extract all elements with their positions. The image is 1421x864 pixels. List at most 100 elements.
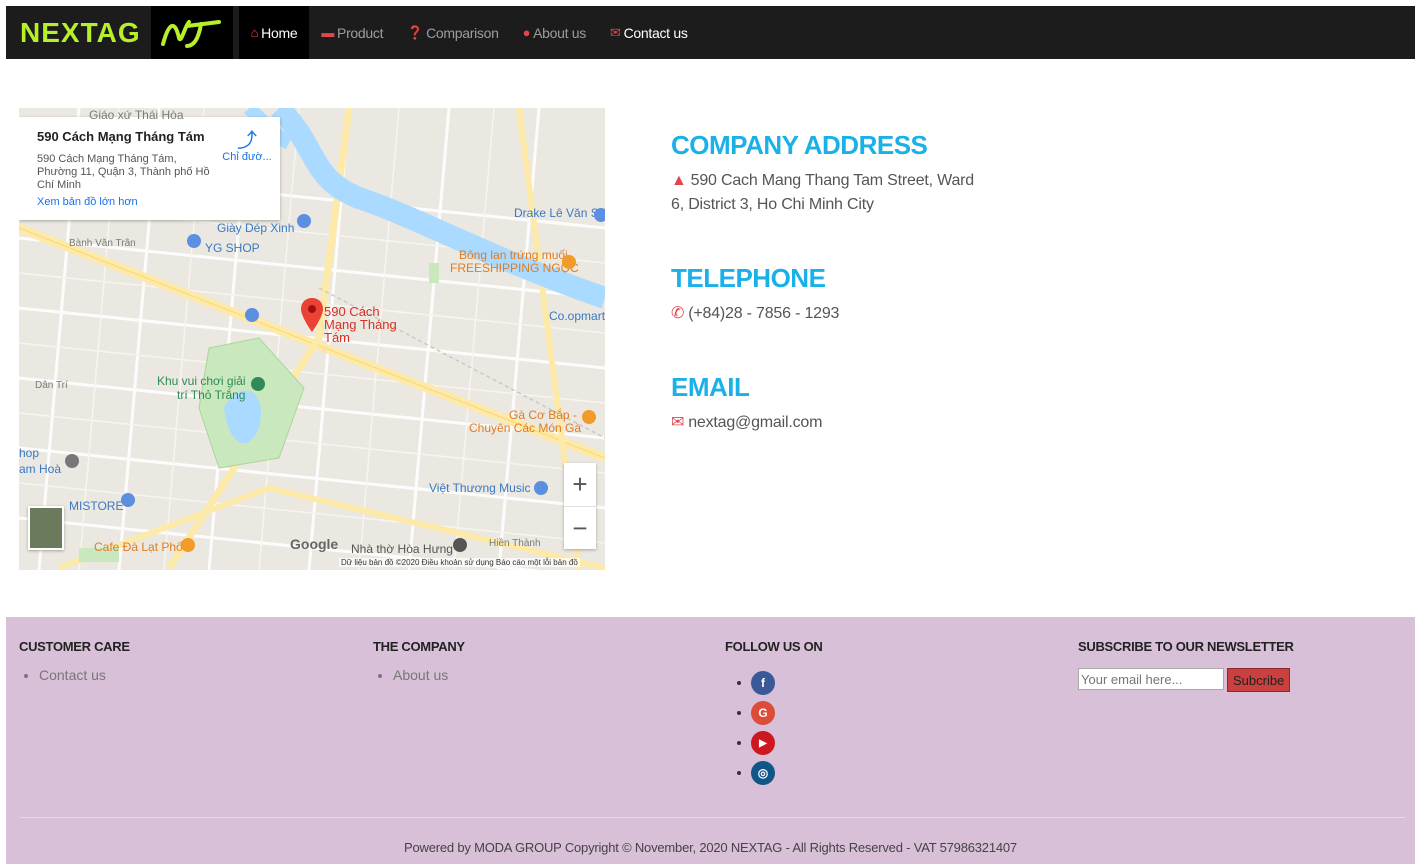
poi-marker-icon <box>562 255 576 269</box>
nav-item-contact[interactable]: ✉ Contact us <box>598 6 700 59</box>
nav-item-label: Contact us <box>623 24 688 41</box>
google-logo: Google <box>290 536 339 552</box>
map-label-giay-dep: Giày Dép Xinh <box>217 221 295 235</box>
zoom-in-button[interactable]: + <box>564 463 596 506</box>
envelope-icon: ✉ <box>671 414 685 431</box>
navbar: NEXTAG ⌂ Home ▬ Product ❓ Comparison ● A… <box>6 6 1415 59</box>
poi-marker-icon <box>534 481 548 495</box>
map-label-giao-xu: Giáo xứ Thái Hòa <box>89 108 184 122</box>
footer-heading: FOLLOW US ON <box>725 639 823 654</box>
road-icon: ▲ <box>671 172 687 189</box>
address-text: 590 Cach Mang Thang Tam Street, Ward 6, … <box>671 172 974 213</box>
map-label-ga-co-bap-line1: Gà Cơ Bắp - <box>509 408 577 422</box>
map-label-cafe: Cafe Đà Lạt Phố <box>94 540 183 554</box>
location-pin-icon <box>301 298 323 332</box>
email-block: ✉ nextag@gmail.com <box>671 411 991 435</box>
instagram-icon[interactable]: ◎ <box>751 761 775 785</box>
footer-heading: CUSTOMER CARE <box>19 639 130 654</box>
brand-logo-text[interactable]: NEXTAG <box>20 6 141 59</box>
youtube-icon[interactable]: ▶ <box>751 731 775 755</box>
contact-info: COMPANY ADDRESS ▲ 590 Cach Mang Thang Tam… <box>671 130 991 435</box>
nav-item-label: Comparison <box>426 24 499 41</box>
email-text: nextag@gmail.com <box>688 414 823 431</box>
nav-menu: ⌂ Home ▬ Product ❓ Comparison ● About us… <box>238 6 700 59</box>
social-item: G <box>725 698 823 728</box>
footer-customer-care: CUSTOMER CARE Contact us <box>19 639 130 684</box>
telephone-block: ✆ (+84)28 - 7856 - 1293 <box>671 302 991 326</box>
social-item: ▶ <box>725 728 823 758</box>
address-heading: COMPANY ADDRESS <box>671 130 928 160</box>
poi-marker-icon <box>65 454 79 468</box>
map-place-card: 590 Cách Mạng Tháng Tám 590 Cách Mạng Th… <box>19 117 280 220</box>
view-larger-map-link[interactable]: Xem bản đồ lớn hơn <box>37 196 138 208</box>
nav-item-label: Product <box>337 24 384 41</box>
map-label-viet-thuong: Việt Thương Music <box>429 481 531 495</box>
map-label-coopmart: Co.opmart <box>549 309 605 323</box>
map-label-yg-shop: YG SHOP <box>205 241 260 255</box>
social-list: f G ▶ ◎ <box>725 668 823 788</box>
map-label-ga-co-bap-line2: Chuyên Các Món Gà <box>469 421 582 435</box>
question-circle-icon: ❓ <box>407 24 424 40</box>
map-place-address: 590 Cách Mạng Tháng Tám, Phường 11, Quận… <box>37 153 210 191</box>
brand-logo-mark[interactable] <box>150 6 233 59</box>
footer-link-contact-us[interactable]: Contact us <box>39 666 130 684</box>
poi-marker-icon <box>181 538 195 552</box>
nav-item-comparison[interactable]: ❓ Comparison <box>395 6 510 59</box>
footer-newsletter: SUBSCRIBE TO OUR NEWSLETTER Subcribe <box>1078 639 1294 692</box>
embedded-map[interactable]: 590 Cách Mạng Tháng Tám 590 Cách Mạng Th… <box>19 108 605 570</box>
zoom-out-button[interactable]: − <box>564 506 596 549</box>
social-item: ◎ <box>725 758 823 788</box>
poi-marker-icon <box>594 208 605 222</box>
email-heading: EMAIL <box>671 372 750 402</box>
map-label-mistore: MISTORE <box>69 499 124 513</box>
footer-link-about-us[interactable]: About us <box>393 666 465 684</box>
facebook-icon[interactable]: f <box>751 671 775 695</box>
nav-item-home[interactable]: ⌂ Home <box>238 6 310 59</box>
map-pin-label: 590 Cách Mạng Tháng Tám <box>324 304 397 345</box>
nav-item-label: About us <box>533 24 586 41</box>
map-label-khu-vui-line2: trí Thỏ Trắng <box>177 388 246 402</box>
poi-marker-icon <box>251 377 265 391</box>
google-icon[interactable]: G <box>751 701 775 725</box>
map-label-banh-van-tran: Bành Văn Trân <box>69 238 136 249</box>
poi-marker-icon <box>297 214 311 228</box>
newsletter-email-input[interactable] <box>1078 668 1224 690</box>
poi-marker-icon <box>187 234 201 248</box>
footer-list: Contact us <box>19 666 130 684</box>
map-label-drake: Drake Lê Văn Sỹ <box>514 206 605 220</box>
poi-marker-icon <box>453 538 467 552</box>
map-place-title: 590 Cách Mạng Tháng Tám <box>37 129 205 144</box>
social-item: f <box>725 668 823 698</box>
map-label-hien-thanh: Hiền Thành <box>489 538 541 549</box>
map-label-nha-tho: Nhà thờ Hòa Hưng <box>351 542 453 556</box>
map-label-khu-vui-line1: Khu vui chơi giải <box>157 374 246 388</box>
map-label-bong-lan: Bông lan trứng muối <box>459 248 568 262</box>
footer: CUSTOMER CARE Contact us THE COMPANY Abo… <box>6 617 1415 864</box>
directions-button[interactable]: ⤴ Chỉ đườ... <box>217 131 277 163</box>
nav-item-label: Home <box>261 24 298 41</box>
directions-icon: ⤴ <box>237 130 257 152</box>
satellite-toggle-button[interactable] <box>28 506 64 550</box>
phone-icon: ✆ <box>671 305 685 322</box>
footer-follow: FOLLOW US ON f G ▶ ◎ <box>725 639 823 788</box>
nav-item-product[interactable]: ▬ Product <box>309 6 395 59</box>
briefcase-icon: ▬ <box>321 25 335 40</box>
nav-item-about[interactable]: ● About us <box>511 6 598 59</box>
copyright-text: Powered by MODA GROUP Copyright © Novemb… <box>404 840 1017 855</box>
telephone-heading: TELEPHONE <box>671 263 826 293</box>
subscribe-button[interactable]: Subcribe <box>1227 668 1291 692</box>
envelope-icon: ✉ <box>610 24 621 40</box>
map-label-freeshipping: FREESHIPPING NGỌC <box>450 261 579 275</box>
map-zoom-controls: + − <box>564 463 596 549</box>
footer-divider <box>20 817 1405 818</box>
footer-heading: SUBSCRIBE TO OUR NEWSLETTER <box>1078 639 1294 654</box>
home-icon: ⌂ <box>250 25 259 40</box>
footer-list: About us <box>373 666 465 684</box>
directions-label: Chỉ đườ... <box>222 151 272 163</box>
address-block: ▲ 590 Cach Mang Thang Tam Street, Ward 6,… <box>671 169 991 217</box>
poi-marker-icon <box>121 493 135 507</box>
map-attribution[interactable]: Dữ liệu bản đồ ©2020 Điều khoản sử dụng … <box>339 558 580 567</box>
user-icon: ● <box>522 25 531 40</box>
nt-logo-icon <box>160 19 221 48</box>
map-label-am-hoa: am Hoà <box>19 462 62 476</box>
